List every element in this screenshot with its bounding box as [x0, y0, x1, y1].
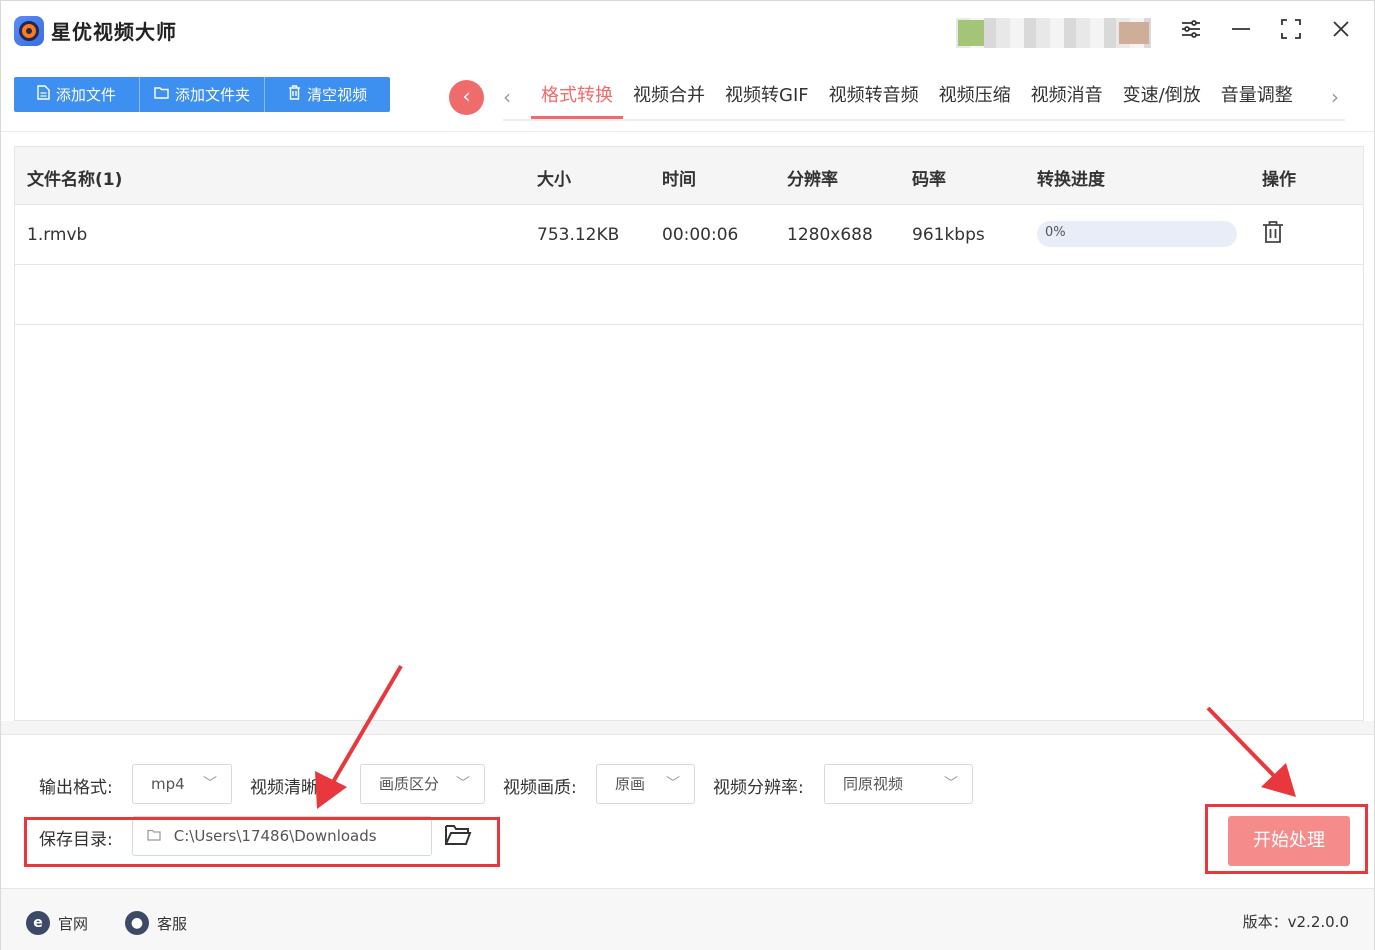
- file-icon: [37, 85, 50, 104]
- website-link[interactable]: e 官网: [26, 911, 88, 935]
- clarity-label: 视频清晰度:: [250, 778, 341, 798]
- tabs-scroll-right-icon[interactable]: ›: [1331, 85, 1339, 109]
- minimize-icon[interactable]: [1226, 17, 1256, 47]
- file-size: 753.12KB: [537, 225, 620, 245]
- add-file-button[interactable]: 添加文件: [14, 77, 140, 112]
- settings-sliders-icon[interactable]: [1176, 17, 1206, 47]
- tab-video-to-gif[interactable]: 视频转GIF: [715, 81, 819, 119]
- maximize-icon[interactable]: [1276, 17, 1306, 47]
- tab-video-mute[interactable]: 视频消音: [1021, 81, 1113, 119]
- table-row[interactable]: 1.rmvb 753.12KB 00:00:06 1280x688 961kbp…: [15, 205, 1363, 265]
- delete-icon[interactable]: [1260, 219, 1290, 249]
- conversion-progress-bar: 0%: [1037, 221, 1237, 247]
- file-resolution: 1280x688: [787, 225, 873, 245]
- output-format-label: 输出格式:: [39, 778, 113, 798]
- app-logo-icon: [14, 16, 44, 46]
- resolution-select[interactable]: 同原视频 ﹀: [824, 764, 973, 804]
- chevron-down-icon: ﹀: [666, 776, 680, 792]
- file-bitrate: 961kbps: [912, 225, 985, 245]
- resolution-label: 视频分辨率:: [713, 778, 804, 798]
- start-button-highlight: [1205, 804, 1368, 874]
- app-title: 星优视频大师: [51, 20, 177, 44]
- tab-volume-adjust[interactable]: 音量调整: [1211, 81, 1303, 119]
- file-name: 1.rmvb: [27, 225, 88, 245]
- tab-speed-reverse[interactable]: 变速/倒放: [1113, 81, 1211, 119]
- file-toolbar: 添加文件 添加文件夹 清空视频: [14, 77, 390, 112]
- chevron-down-icon: ﹀: [456, 776, 470, 792]
- progress-text: 0%: [1045, 225, 1066, 240]
- back-button[interactable]: ‹: [449, 80, 484, 115]
- tab-video-compress[interactable]: 视频压缩: [929, 81, 1021, 119]
- file-table: 文件名称(1) 大小 时间 分辨率 码率 转换进度 操作 1.rmvb 753.…: [14, 146, 1364, 721]
- empty-row: [15, 265, 1363, 325]
- table-bottom-spacer: [1, 721, 1374, 734]
- trash-icon: [288, 85, 301, 104]
- col-action-header: 操作: [1262, 170, 1296, 190]
- tab-format-convert[interactable]: 格式转换: [531, 81, 623, 119]
- file-duration: 00:00:06: [662, 225, 739, 245]
- add-folder-button[interactable]: 添加文件夹: [140, 77, 266, 112]
- divider: [1, 131, 1374, 132]
- tab-video-merge[interactable]: 视频合并: [623, 81, 715, 119]
- user-account-avatar[interactable]: [956, 18, 1151, 48]
- table-header: 文件名称(1) 大小 时间 分辨率 码率 转换进度 操作: [15, 147, 1363, 205]
- clear-videos-button[interactable]: 清空视频: [265, 77, 390, 112]
- feature-tabs: 格式转换 视频合并 视频转GIF 视频转音频 视频压缩 视频消音 变速/倒放 音…: [531, 81, 1303, 121]
- folder-icon: [154, 86, 169, 103]
- col-duration-header: 时间: [662, 170, 696, 190]
- title-bar: 星优视频大师: [1, 1, 1374, 63]
- quality-select[interactable]: 原画 ﹀: [596, 764, 695, 804]
- chevron-down-icon: ﹀: [203, 776, 217, 792]
- chat-bubble-icon: ●: [125, 911, 149, 935]
- browser-e-icon: e: [26, 911, 50, 935]
- col-progress-header: 转换进度: [1037, 170, 1105, 190]
- col-resolution-header: 分辨率: [787, 170, 838, 190]
- chevron-down-icon: ﹀: [944, 776, 958, 792]
- footer: e 官网 ● 客服 版本：v2.2.0.0: [1, 889, 1374, 950]
- close-icon[interactable]: [1326, 17, 1356, 47]
- output-format-select[interactable]: mp4 ﹀: [132, 764, 232, 804]
- divider: [1, 734, 1374, 735]
- clarity-select[interactable]: 画质区分 ﹀: [360, 764, 485, 804]
- col-size-header: 大小: [537, 170, 571, 190]
- app-window: 星优视频大师 添加文件 添加文件夹 清空视频 ‹ ‹ 格式转换 视频合并 视频转…: [0, 0, 1375, 950]
- col-bitrate-header: 码率: [912, 170, 946, 190]
- tabs-scroll-left-icon[interactable]: ‹: [503, 85, 511, 109]
- tabs-underline: [503, 119, 1345, 121]
- tab-video-to-audio[interactable]: 视频转音频: [819, 81, 929, 119]
- col-name-header: 文件名称(1): [27, 170, 123, 190]
- quality-label: 视频画质:: [503, 778, 577, 798]
- version-label: 版本：v2.2.0.0: [1242, 913, 1349, 931]
- save-dir-highlight: [24, 817, 500, 867]
- support-link[interactable]: ● 客服: [125, 911, 187, 935]
